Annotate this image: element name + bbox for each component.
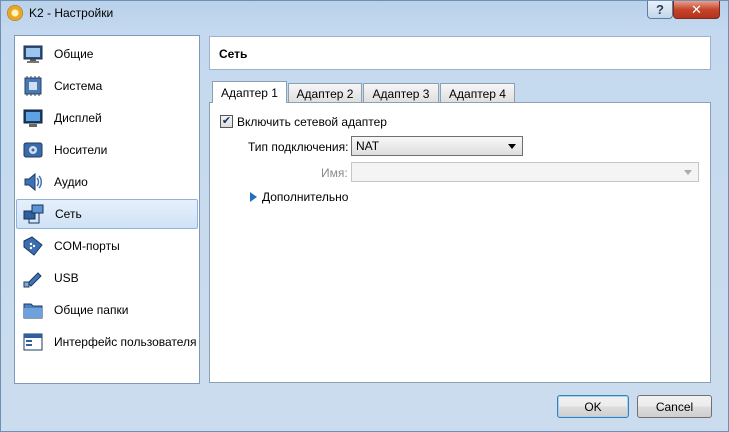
network-icon <box>23 204 44 224</box>
tab-adapter-4[interactable]: Адаптер 4 <box>440 83 515 103</box>
name-select[interactable] <box>351 162 699 182</box>
sidebar-item-label: USB <box>54 271 79 285</box>
general-monitor-icon <box>23 45 43 63</box>
help-button[interactable]: ? <box>647 1 673 19</box>
sidebar-item-usb[interactable]: USB <box>16 263 198 293</box>
sidebar-item-general[interactable]: Общие <box>16 39 198 69</box>
folder-icon <box>23 303 43 319</box>
speaker-icon <box>24 172 42 192</box>
attached-to-select[interactable]: NAT <box>351 136 523 156</box>
sidebar-item-label: Дисплей <box>54 111 102 125</box>
settings-category-list: Общие Система Дисплей Носители Аудио Сет… <box>14 35 200 384</box>
sidebar-item-shared-folders[interactable]: Общие папки <box>16 295 198 325</box>
ok-button[interactable]: OK <box>557 395 629 418</box>
user-interface-icon <box>23 333 43 351</box>
sidebar-item-label: Аудио <box>54 175 88 189</box>
sidebar-item-network[interactable]: Сеть <box>16 199 198 229</box>
virtualbox-app-icon <box>7 5 23 21</box>
adapter-settings-panel: ✔ Включить сетевой адаптер Тип подключен… <box>209 102 711 383</box>
sidebar-item-label: Общие <box>54 47 94 61</box>
page-header: Сеть <box>209 36 711 70</box>
attached-to-label: Тип подключения: <box>248 140 349 154</box>
name-label: Имя: <box>321 166 348 180</box>
com-port-icon <box>23 236 43 256</box>
title-bar[interactable]: K2 - Настройки ? ✕ <box>1 1 728 27</box>
sidebar-item-com-ports[interactable]: COM-порты <box>16 231 198 261</box>
sidebar-item-user-interface[interactable]: Интерфейс пользователя <box>16 327 198 357</box>
cancel-button[interactable]: Cancel <box>637 395 712 418</box>
sidebar-item-display[interactable]: Дисплей <box>16 103 198 133</box>
sidebar-item-storage[interactable]: Носители <box>16 135 198 165</box>
settings-window: K2 - Настройки ? ✕ Общие Система Дисплей… <box>0 0 729 432</box>
sidebar-item-audio[interactable]: Аудио <box>16 167 198 197</box>
chevron-down-icon <box>508 144 516 149</box>
tab-adapter-1[interactable]: Адаптер 1 <box>212 81 287 103</box>
attached-to-value: NAT <box>356 139 380 153</box>
page-title: Сеть <box>219 47 248 61</box>
sidebar-item-system[interactable]: Система <box>16 71 198 101</box>
window-title: K2 - Настройки <box>29 6 114 20</box>
sidebar-item-label: Система <box>54 79 103 93</box>
advanced-expander[interactable]: Дополнительно <box>262 190 348 204</box>
sidebar-item-label: Носители <box>54 143 108 157</box>
sidebar-item-label: Сеть <box>55 207 82 221</box>
close-button[interactable]: ✕ <box>673 1 720 19</box>
tab-adapter-2[interactable]: Адаптер 2 <box>288 83 362 103</box>
usb-icon <box>23 272 42 288</box>
enable-adapter-checkbox[interactable]: ✔ <box>220 115 233 128</box>
chevron-down-icon <box>684 170 692 175</box>
expand-triangle-icon[interactable] <box>250 192 257 202</box>
sidebar-item-label: Интерфейс пользователя <box>54 335 197 349</box>
display-icon <box>23 109 43 127</box>
storage-icon <box>23 142 43 158</box>
enable-adapter-label[interactable]: Включить сетевой адаптер <box>237 115 387 129</box>
chip-icon <box>24 76 42 96</box>
tab-adapter-3[interactable]: Адаптер 3 <box>363 83 439 103</box>
sidebar-item-label: Общие папки <box>54 303 129 317</box>
sidebar-item-label: COM-порты <box>54 239 120 253</box>
